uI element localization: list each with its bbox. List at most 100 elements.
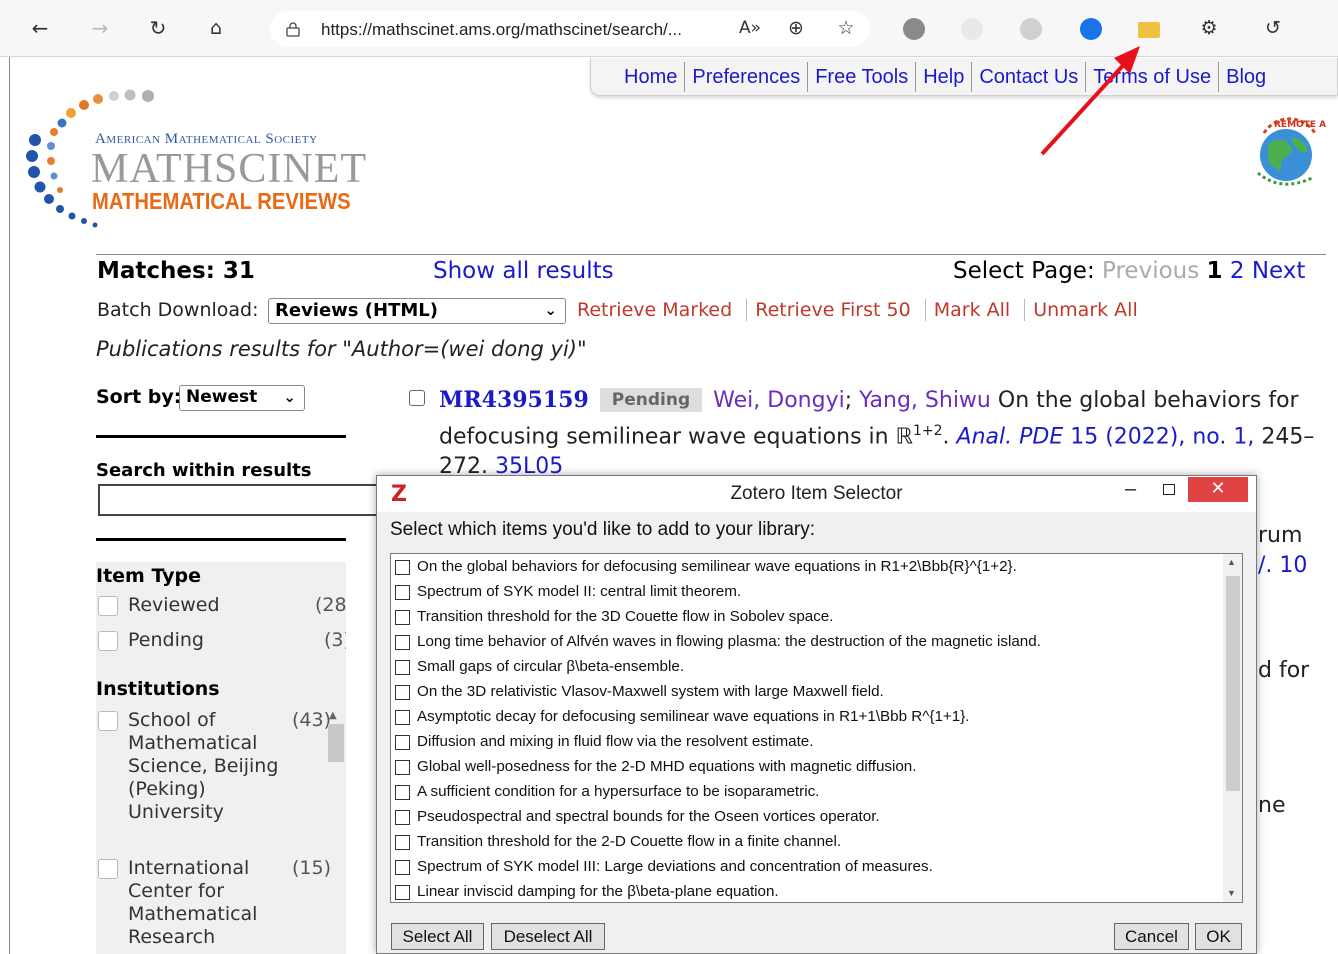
batch-actions: Retrieve Marked Retrieve First 50 Mark A… bbox=[577, 299, 1146, 321]
list-item[interactable]: Spectrum of SYK model III: Large deviati… bbox=[395, 855, 1215, 880]
cancel-button[interactable]: Cancel bbox=[1114, 923, 1189, 950]
checkbox[interactable] bbox=[395, 885, 410, 900]
chevron-down-icon: ⌄ bbox=[283, 388, 296, 406]
checkbox[interactable] bbox=[395, 585, 410, 600]
history-icon[interactable]: ↺ bbox=[1259, 14, 1287, 42]
close-icon[interactable]: ✕ bbox=[1188, 477, 1248, 502]
zoom-icon[interactable]: ⊕ bbox=[782, 14, 810, 42]
checkbox[interactable] bbox=[395, 760, 410, 775]
maximize-icon[interactable] bbox=[1163, 484, 1175, 495]
facet-label: International Center for Mathematical Re… bbox=[128, 857, 258, 948]
list-item[interactable]: A sufficient condition for a hypersurfac… bbox=[395, 780, 1215, 805]
checkbox[interactable] bbox=[395, 610, 410, 625]
next-page-link[interactable]: Next bbox=[1252, 258, 1306, 284]
divider bbox=[96, 435, 346, 438]
list-item[interactable]: Asymptotic decay for defocusing semiline… bbox=[395, 705, 1215, 730]
checkbox[interactable] bbox=[395, 810, 410, 825]
list-item[interactable]: Transition threshold for the 3D Couette … bbox=[395, 605, 1215, 630]
result-checkbox[interactable] bbox=[409, 390, 425, 406]
search-within-input[interactable] bbox=[98, 484, 388, 516]
page-2-link[interactable]: 2 bbox=[1230, 258, 1245, 284]
retrieve-marked-link[interactable]: Retrieve Marked bbox=[577, 299, 740, 321]
minimize-icon[interactable]: – bbox=[1125, 478, 1136, 501]
result-text-fragment: rum bbox=[1258, 523, 1303, 548]
back-arrow-icon[interactable]: ← bbox=[26, 14, 54, 42]
scroll-thumb[interactable] bbox=[328, 724, 344, 762]
show-all-results-link[interactable]: Show all results bbox=[433, 258, 614, 284]
nav-preferences[interactable]: Preferences bbox=[684, 61, 807, 92]
checkbox[interactable] bbox=[395, 710, 410, 725]
sort-by-select[interactable]: Newest ⌄ bbox=[179, 385, 305, 411]
ok-button[interactable]: OK bbox=[1195, 923, 1242, 950]
checkbox[interactable] bbox=[395, 835, 410, 850]
retrieve-first-50-link[interactable]: Retrieve First 50 bbox=[746, 299, 919, 321]
search-within-label: Search within results bbox=[96, 460, 312, 481]
list-item[interactable]: Pseudospectral and spectral bounds for t… bbox=[395, 805, 1215, 830]
facet-item-institution[interactable]: School of Mathematical Science, Beijing … bbox=[96, 709, 346, 849]
url-text[interactable]: https://mathscinet.ams.org/mathscinet/se… bbox=[321, 20, 682, 40]
journal-link[interactable]: Anal. PDE bbox=[957, 424, 1064, 449]
checkbox[interactable] bbox=[395, 735, 410, 750]
extensions-puzzle-icon[interactable]: ⚙ bbox=[1195, 14, 1223, 42]
author-link[interactable]: Yang, Shiwu bbox=[859, 388, 991, 413]
list-item[interactable]: Long time behavior of Alfvén waves in fl… bbox=[395, 630, 1215, 655]
item-title: Long time behavior of Alfvén waves in fl… bbox=[417, 633, 1041, 650]
facet-item-institution[interactable]: International Center for Mathematical Re… bbox=[96, 857, 346, 954]
unmark-all-link[interactable]: Unmark All bbox=[1024, 299, 1146, 321]
scroll-down-icon[interactable]: ▼ bbox=[1227, 888, 1236, 898]
item-title: A sufficient condition for a hypersurfac… bbox=[417, 783, 820, 800]
refresh-icon[interactable]: ↻ bbox=[144, 14, 172, 42]
checkbox[interactable] bbox=[98, 631, 118, 651]
nav-free-tools[interactable]: Free Tools bbox=[807, 61, 915, 92]
mathscinet-wordmark[interactable]: MATHSCINET bbox=[91, 145, 367, 193]
remote-access-globe-icon[interactable]: REMOTE ACCESS bbox=[1250, 113, 1326, 191]
checkbox[interactable] bbox=[98, 596, 118, 616]
institutions-scrollbar[interactable]: ▲ bbox=[326, 710, 344, 870]
author-link[interactable]: Wei, Dongyi bbox=[713, 388, 845, 413]
checkbox[interactable] bbox=[395, 860, 410, 875]
list-item[interactable]: Spectrum of SYK model II: central limit … bbox=[395, 580, 1215, 605]
home-icon[interactable]: ⌂ bbox=[202, 14, 230, 42]
list-item[interactable]: Diffusion and mixing in fluid flow via t… bbox=[395, 730, 1215, 755]
mr-number-link[interactable]: MR4395159 bbox=[439, 387, 589, 413]
facet-label: Pending bbox=[128, 629, 204, 651]
read-aloud-icon[interactable]: A» bbox=[736, 14, 764, 42]
facet-panel: Item Type Reviewed (28) Pending (3) Inst… bbox=[96, 562, 346, 954]
list-item[interactable]: Global well-posedness for the 2-D MHD eq… bbox=[395, 755, 1215, 780]
checkbox[interactable] bbox=[395, 635, 410, 650]
list-item[interactable]: On the 3D relativistic Vlasov-Maxwell sy… bbox=[395, 680, 1215, 705]
add-favorite-icon[interactable]: ☆ bbox=[832, 14, 860, 42]
result-item: MR4395159 Pending Wei, Dongyi; Yang, Shi… bbox=[439, 385, 1319, 482]
mark-all-link[interactable]: Mark All bbox=[924, 299, 1019, 321]
dialog-titlebar[interactable]: Z Zotero Item Selector – ✕ bbox=[377, 476, 1256, 512]
checkbox[interactable] bbox=[395, 685, 410, 700]
author-separator: ; bbox=[844, 388, 853, 413]
checkbox[interactable] bbox=[395, 560, 410, 575]
list-item[interactable]: Small gaps of circular β\beta-ensemble. bbox=[395, 655, 1215, 680]
result-text-fragment[interactable]: /. 10 bbox=[1258, 553, 1307, 578]
address-bar[interactable]: https://mathscinet.ams.org/mathscinet/se… bbox=[270, 11, 870, 47]
scroll-thumb[interactable] bbox=[1226, 576, 1240, 791]
deselect-all-button[interactable]: Deselect All bbox=[491, 923, 605, 950]
scroll-up-icon[interactable]: ▲ bbox=[1227, 557, 1236, 567]
checkbox[interactable] bbox=[98, 859, 118, 879]
list-item[interactable]: Linear inviscid damping for the β\beta-p… bbox=[395, 880, 1215, 902]
nav-help[interactable]: Help bbox=[915, 61, 971, 92]
extension-icon[interactable] bbox=[903, 18, 925, 40]
list-item[interactable]: Transition threshold for the 2-D Couette… bbox=[395, 830, 1215, 855]
checkbox[interactable] bbox=[395, 660, 410, 675]
nav-blog[interactable]: Blog bbox=[1218, 61, 1273, 92]
list-item[interactable]: On the global behaviors for defocusing s… bbox=[395, 555, 1215, 580]
checkbox[interactable] bbox=[98, 711, 118, 731]
select-all-button[interactable]: Select All bbox=[391, 923, 484, 950]
lock-icon[interactable] bbox=[285, 21, 301, 37]
extension-icon[interactable] bbox=[961, 18, 983, 40]
volume-link[interactable]: 15 (2022), no. 1, bbox=[1070, 424, 1254, 449]
nav-home[interactable]: Home bbox=[617, 62, 684, 92]
forward-arrow-icon[interactable]: → bbox=[86, 14, 114, 42]
scroll-up-icon[interactable]: ▲ bbox=[329, 710, 337, 721]
checkbox[interactable] bbox=[395, 785, 410, 800]
mathematical-reviews-wordmark[interactable]: MATHEMATICAL REVIEWS bbox=[92, 188, 351, 215]
batch-download-select[interactable]: Reviews (HTML) ⌄ bbox=[268, 298, 566, 324]
list-scrollbar[interactable]: ▲ ▼ bbox=[1223, 554, 1242, 902]
